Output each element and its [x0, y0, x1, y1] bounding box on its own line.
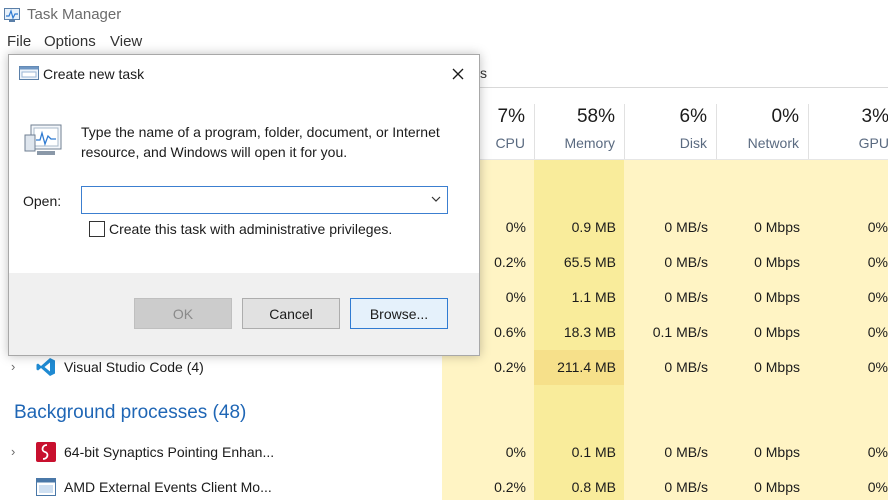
section-title-background: Background processes (48) [14, 402, 247, 423]
tab-strip: s [478, 57, 888, 88]
ok-button[interactable]: OK [134, 298, 232, 329]
header-divider [442, 159, 888, 160]
dialog-description: Type the name of a program, folder, docu… [81, 124, 440, 160]
browse-button[interactable]: Browse... [350, 298, 448, 329]
gpu-percent: 3% [861, 106, 888, 127]
title-bar: Task Manager [0, 0, 888, 30]
cpu-cell: 0.2% [494, 479, 526, 495]
create-new-task-dialog: Create new task Type the name of a progr… [8, 54, 480, 356]
amd-app-icon [36, 478, 56, 496]
column-header-disk[interactable]: 6% Disk [624, 104, 717, 159]
disk-cell: 0 MB/s [664, 479, 708, 495]
cancel-button[interactable]: Cancel [242, 298, 340, 329]
disk-cell: 0 MB/s [664, 359, 708, 375]
cpu-cell: 0% [505, 444, 526, 460]
network-cell: 0 Mbps [754, 289, 800, 305]
gpu-cell: 0% [867, 219, 888, 235]
disk-percent: 6% [679, 106, 707, 127]
column-header-memory[interactable]: 58% Memory [534, 104, 625, 159]
admin-privileges-checkbox[interactable] [89, 221, 105, 237]
chevron-down-icon[interactable] [431, 194, 441, 204]
open-label: Open: [23, 193, 62, 209]
memory-cell: 18.3 MB [563, 324, 616, 340]
menu-bar: File Options View [0, 30, 888, 54]
gpu-cell: 0% [867, 254, 888, 270]
menu-view[interactable]: View [110, 33, 142, 50]
network-cell: 0 Mbps [754, 479, 800, 495]
memory-cell: 65.5 MB [563, 254, 616, 270]
network-cell: 0 Mbps [754, 444, 800, 460]
dialog-title-bar: Create new task [9, 55, 479, 92]
gpu-label: GPU [858, 135, 888, 151]
menu-options[interactable]: Options [44, 33, 96, 50]
open-combobox[interactable] [81, 186, 448, 214]
process-name: AMD External Events Client Mo... [64, 479, 272, 495]
network-cell: 0 Mbps [754, 359, 800, 375]
column-header-gpu[interactable]: 3% GPU [808, 104, 888, 159]
open-input[interactable] [86, 188, 420, 212]
disk-cell: 0 MB/s [664, 254, 708, 270]
chevron-right-icon[interactable]: › [11, 444, 15, 459]
disk-label: Disk [679, 135, 707, 151]
network-cell: 0 Mbps [754, 324, 800, 340]
memory-cell: 1.1 MB [571, 289, 616, 305]
process-name: 64-bit Synaptics Pointing Enhan... [64, 444, 275, 460]
admin-privileges-label[interactable]: Create this task with administrative pri… [109, 221, 392, 237]
memory-percent: 58% [576, 106, 615, 127]
task-manager-icon [4, 8, 20, 22]
memory-cell: 0.9 MB [571, 219, 616, 235]
network-cell: 0 Mbps [754, 254, 800, 270]
gpu-cell: 0% [867, 289, 888, 305]
cpu-percent: 7% [497, 106, 525, 127]
memory-cell: 211.4 MB [557, 359, 616, 375]
run-icon [19, 66, 39, 80]
tab-label-fragment[interactable]: s [480, 65, 487, 81]
gpu-cell: 0% [867, 444, 888, 460]
gpu-cell: 0% [867, 359, 888, 375]
cpu-label: CPU [495, 135, 525, 151]
disk-cell: 0 MB/s [664, 289, 708, 305]
disk-cell: 0 MB/s [664, 219, 708, 235]
disk-cell: 0 MB/s [664, 444, 708, 460]
network-label: Network [747, 135, 799, 151]
gpu-cell: 0% [867, 479, 888, 495]
memory-cell: 0.1 MB [571, 444, 616, 460]
window-title: Task Manager [27, 6, 122, 23]
memory-label: Memory [564, 135, 615, 151]
synaptics-icon [36, 442, 56, 462]
process-name: Visual Studio Code (4) [64, 359, 204, 375]
network-percent: 0% [771, 106, 799, 127]
cpu-cell: 0.2% [494, 359, 526, 375]
run-program-icon [24, 124, 62, 155]
network-cell: 0 Mbps [754, 219, 800, 235]
vscode-icon [36, 358, 55, 376]
menu-file[interactable]: File [7, 33, 31, 50]
column-header-network[interactable]: 0% Network [716, 104, 809, 159]
close-button[interactable] [445, 61, 471, 87]
chevron-right-icon[interactable]: › [11, 359, 15, 374]
dialog-title: Create new task [43, 66, 145, 82]
memory-cell: 0.8 MB [571, 479, 616, 495]
close-icon [452, 68, 464, 80]
gpu-cell: 0% [867, 324, 888, 340]
disk-cell: 0.1 MB/s [652, 324, 708, 340]
